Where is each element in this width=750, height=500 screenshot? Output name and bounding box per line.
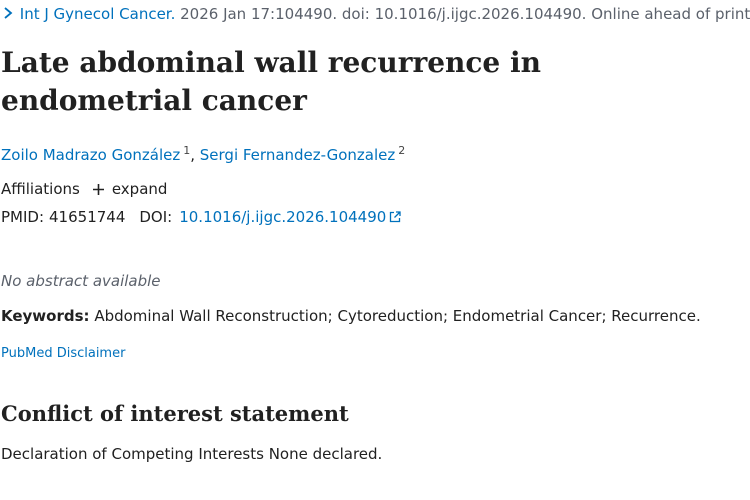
citation-details: 2026 Jan 17:104490. doi: 10.1016/j.ijgc.… <box>175 5 750 23</box>
affiliations-label: Affiliations <box>1 180 80 198</box>
identifiers-row: PMID: 41651744 DOI: 10.1016/j.ijgc.2026.… <box>1 207 401 227</box>
keywords-text: Abdominal Wall Reconstruction; Cytoreduc… <box>94 307 701 325</box>
article-title: Late abdominal wall recurrence in endome… <box>1 46 541 117</box>
doi-label: DOI: <box>139 208 173 226</box>
affiliations-row: Affiliations expand <box>1 179 167 199</box>
keywords-label: Keywords: <box>1 307 90 325</box>
author-separator: , <box>190 146 200 164</box>
doi-link[interactable]: 10.1016/j.ijgc.2026.104490 <box>179 207 401 227</box>
author-link[interactable]: Sergi Fernandez-Gonzalez <box>200 146 395 164</box>
conflict-of-interest-heading: Conflict of interest statement <box>1 401 349 426</box>
external-link-icon <box>390 211 401 223</box>
affiliations-expand-toggle[interactable]: expand <box>92 179 168 199</box>
citation-line: Int J Gynecol Cancer. 2026 Jan 17:104490… <box>1 4 750 24</box>
authors-list: Zoilo Madrazo González 1, Sergi Fernandez… <box>1 140 405 166</box>
keywords-row: Keywords: Abdominal Wall Reconstruction;… <box>1 306 701 326</box>
article-page: Int J Gynecol Cancer. 2026 Jan 17:104490… <box>0 0 750 500</box>
author-link[interactable]: Zoilo Madrazo González <box>1 146 180 164</box>
expand-label: expand <box>111 180 168 198</box>
affiliation-ref[interactable]: 2 <box>398 144 405 157</box>
pmid-value: 41651744 <box>49 208 126 226</box>
chevron-right-icon[interactable] <box>1 6 15 20</box>
pubmed-disclaimer-link[interactable]: PubMed Disclaimer <box>1 345 125 363</box>
plus-icon <box>92 183 104 195</box>
no-abstract-note: No abstract available <box>1 272 161 290</box>
doi-value: 10.1016/j.ijgc.2026.104490 <box>179 208 387 226</box>
journal-link[interactable]: Int J Gynecol Cancer. <box>20 5 176 23</box>
conflict-of-interest-text: Declaration of Competing Interests None … <box>1 445 383 463</box>
pmid-label: PMID: <box>1 208 45 226</box>
